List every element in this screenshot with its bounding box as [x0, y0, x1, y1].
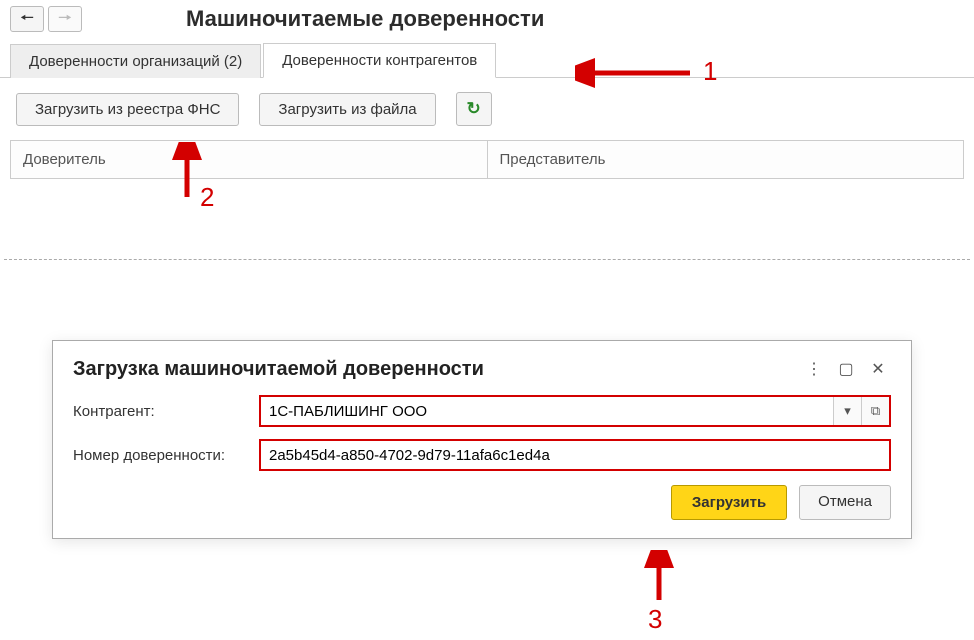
annotation-label-1: 1 [703, 56, 717, 87]
tab-contractors[interactable]: Доверенности контрагентов [263, 43, 496, 78]
annotation-label-2: 2 [200, 182, 214, 213]
poa-number-input[interactable] [261, 441, 889, 469]
poa-number-field-wrap [259, 439, 891, 471]
poa-number-label: Номер доверенности: [73, 447, 259, 464]
page-title: Машиночитаемые доверенности [186, 6, 544, 32]
submit-button[interactable]: Загрузить [671, 485, 787, 520]
open-reference-icon[interactable]: ⧉ [861, 397, 889, 425]
nav-back-button[interactable]: 🠔 [10, 6, 44, 32]
topbar: 🠔 🠖 Машиночитаемые доверенности [0, 0, 974, 36]
annotation-arrow-3 [642, 550, 676, 606]
column-representative: Представитель [487, 141, 964, 178]
maximize-icon[interactable]: ▢ [833, 357, 859, 381]
tab-organizations[interactable]: Доверенности организаций (2) [10, 44, 261, 78]
refresh-button[interactable]: ↻ [456, 92, 492, 126]
refresh-icon: ↻ [467, 99, 481, 118]
nav-forward-button: 🠖 [48, 6, 82, 32]
annotation-label-3: 3 [648, 604, 662, 635]
dialog-title: Загрузка машиночитаемой доверенности [73, 358, 795, 381]
table-header: Доверитель Представитель [10, 140, 964, 179]
toolbar: Загрузить из реестра ФНС Загрузить из фа… [0, 78, 974, 140]
more-actions-icon[interactable]: ⋮ [801, 357, 827, 381]
dropdown-icon[interactable]: ▾ [833, 397, 861, 425]
contragent-label: Контрагент: [73, 403, 259, 420]
column-principal: Доверитель [11, 141, 487, 178]
load-poa-dialog: Загрузка машиночитаемой доверенности ⋮ ▢… [52, 340, 912, 539]
tabs: Доверенности организаций (2) Доверенност… [0, 42, 974, 78]
contragent-input[interactable] [261, 397, 833, 425]
contragent-field-wrap: ▾ ⧉ [259, 395, 891, 427]
close-icon[interactable]: ✕ [865, 357, 891, 381]
load-file-button[interactable]: Загрузить из файла [259, 93, 435, 126]
cancel-button[interactable]: Отмена [799, 485, 891, 520]
load-fns-button[interactable]: Загрузить из реестра ФНС [16, 93, 239, 126]
separator [4, 259, 970, 260]
